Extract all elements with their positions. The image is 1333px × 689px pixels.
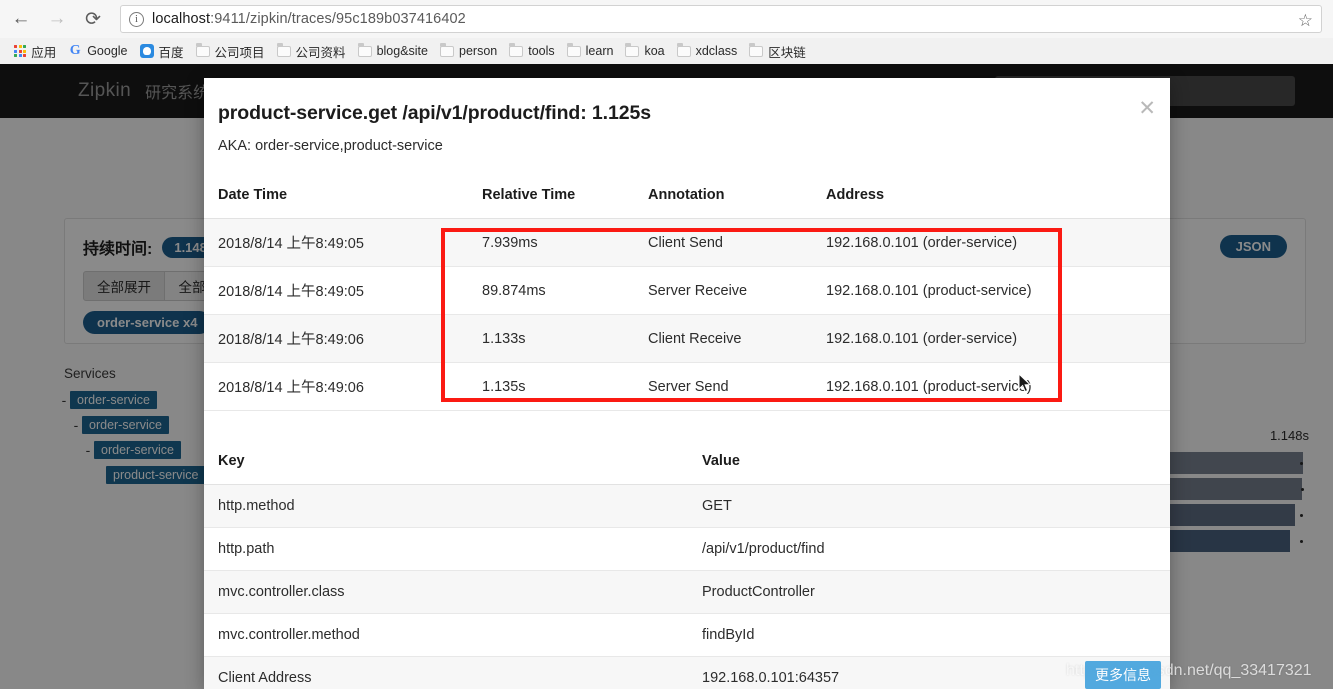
- cell-address: 192.168.0.101 (product-service): [812, 362, 1170, 411]
- col-value: Value: [688, 437, 1170, 485]
- col-key: Key: [204, 437, 688, 485]
- folder-icon: [195, 42, 210, 57]
- cell-relative-time: 1.133s: [468, 314, 634, 363]
- cell-relative-time: 89.874ms: [468, 266, 634, 315]
- bookmark-label: tools: [528, 44, 555, 58]
- folder-icon: [749, 42, 764, 57]
- close-icon[interactable]: ✕: [1138, 98, 1156, 119]
- cell-date-time: 2018/8/14 上午8:49:06: [204, 314, 468, 363]
- tags-body: http.method GET http.path /api/v1/produc…: [204, 484, 1170, 689]
- cell-key: http.method: [204, 484, 688, 528]
- table-row[interactable]: http.method GET: [204, 484, 1170, 528]
- table-row[interactable]: mvc.controller.class ProductController: [204, 570, 1170, 614]
- bookmarks-bar: 应用 G Google 百度 公司项目 公司资料 blog&site person tools l…: [0, 38, 1333, 64]
- cell-value: GET: [688, 484, 1170, 528]
- bookmark-label: 公司项目: [214, 45, 265, 60]
- cell-address: 192.168.0.101 (order-service): [812, 314, 1170, 363]
- cell-date-time: 2018/8/14 上午8:49:05: [204, 218, 468, 267]
- cell-address: 192.168.0.101 (order-service): [812, 218, 1170, 267]
- bookmark-label: 应用: [31, 45, 57, 60]
- url-host: localhost: [152, 11, 211, 27]
- cell-relative-time: 7.939ms: [468, 218, 634, 267]
- cell-address: 192.168.0.101 (product-service): [812, 266, 1170, 315]
- modal-body-scroll[interactable]: Date Time Relative Time Annotation Addre…: [204, 171, 1170, 689]
- bookmark-label: koa: [644, 44, 665, 58]
- url-text: localhost:9411/zipkin/traces/95c189b0374…: [152, 11, 466, 27]
- table-row[interactable]: mvc.controller.method findById: [204, 613, 1170, 657]
- url-path: :9411/zipkin/traces/95c189b037416402: [210, 11, 466, 27]
- cell-annotation: Client Send: [634, 218, 812, 267]
- bookmark-label: 百度: [158, 45, 184, 60]
- tags-header-row: Key Value: [204, 437, 1170, 485]
- back-button[interactable]: ←: [6, 4, 36, 34]
- cell-date-time: 2018/8/14 上午8:49:05: [204, 266, 468, 315]
- table-row[interactable]: http.path /api/v1/product/find: [204, 527, 1170, 571]
- bookmark-label: person: [459, 44, 498, 58]
- table-row[interactable]: 2018/8/14 上午8:49:06 1.133s Client Receiv…: [204, 314, 1170, 363]
- cell-key: Client Address: [204, 656, 688, 689]
- bookmark-label: 公司资料: [295, 45, 346, 60]
- cell-relative-time: 1.135s: [468, 362, 634, 411]
- folder-icon: [676, 42, 691, 57]
- annotations-header-row: Date Time Relative Time Annotation Addre…: [204, 171, 1170, 219]
- cell-date-time: 2018/8/14 上午8:49:06: [204, 362, 468, 411]
- bookmark-label: learn: [585, 44, 614, 58]
- mouse-cursor-icon: [1019, 374, 1032, 393]
- browser-chrome: ← → ⟳ i localhost:9411/zipkin/traces/95c…: [0, 0, 1333, 64]
- table-row[interactable]: 2018/8/14 上午8:49:05 89.874ms Server Rece…: [204, 266, 1170, 315]
- col-address: Address: [812, 171, 1170, 219]
- tags-table: Key Value http.method GET http.path /api…: [204, 437, 1170, 689]
- cell-annotation: Client Receive: [634, 314, 812, 363]
- bookmark-label: blog&site: [376, 44, 428, 58]
- folder-icon: [357, 42, 372, 57]
- folder-icon: [440, 42, 454, 57]
- cell-key: mvc.controller.class: [204, 570, 688, 614]
- bookmark-koa[interactable]: koa: [619, 40, 670, 62]
- forward-button[interactable]: →: [42, 4, 72, 34]
- col-annotation: Annotation: [634, 171, 812, 219]
- bookmark-label: xdclass: [695, 44, 738, 58]
- cell-value: /api/v1/product/find: [688, 527, 1170, 571]
- browser-toolbar: ← → ⟳ i localhost:9411/zipkin/traces/95c…: [0, 0, 1333, 38]
- cell-annotation: Server Receive: [634, 266, 812, 315]
- folder-icon: [509, 42, 524, 57]
- bookmark-company-docs[interactable]: 公司资料: [271, 40, 352, 62]
- bookmark-label: Google: [87, 44, 128, 58]
- bookmark-company-project[interactable]: 公司项目: [190, 40, 271, 62]
- col-relative-time: Relative Time: [468, 171, 634, 219]
- bookmark-tools[interactable]: tools: [503, 40, 560, 62]
- cell-annotation: Server Send: [634, 362, 812, 411]
- apps-grid-icon: [14, 44, 27, 58]
- bookmark-apps[interactable]: 应用: [8, 40, 62, 62]
- bookmark-star-icon[interactable]: ☆: [1298, 11, 1313, 31]
- cell-key: http.path: [204, 527, 688, 571]
- modal-title: product-service.get /api/v1/product/find…: [218, 102, 651, 124]
- modal-aka-subtitle: AKA: order-service,product-service: [218, 138, 443, 154]
- cell-key: mvc.controller.method: [204, 613, 688, 657]
- folder-icon: [276, 42, 291, 57]
- bookmark-blog-site[interactable]: blog&site: [352, 40, 434, 62]
- bookmark-label: 区块链: [768, 45, 806, 60]
- baidu-icon: [139, 44, 154, 58]
- table-gap-spacer: [204, 411, 1170, 437]
- bookmark-xdclass[interactable]: xdclass: [671, 40, 744, 62]
- table-row[interactable]: 2018/8/14 上午8:49:05 7.939ms Client Send …: [204, 218, 1170, 267]
- cell-value: ProductController: [688, 570, 1170, 614]
- reload-button[interactable]: ⟳: [78, 4, 108, 34]
- site-info-icon[interactable]: i: [129, 11, 144, 27]
- folder-icon: [566, 42, 581, 57]
- modal-header: product-service.get /api/v1/product/find…: [204, 78, 1170, 171]
- bookmark-blockchain[interactable]: 区块链: [743, 40, 812, 62]
- address-bar[interactable]: i localhost:9411/zipkin/traces/95c189b03…: [120, 5, 1322, 33]
- bookmark-baidu[interactable]: 百度: [134, 40, 190, 62]
- more-info-button[interactable]: 更多信息: [1085, 661, 1161, 689]
- col-date-time: Date Time: [204, 171, 468, 219]
- table-row[interactable]: Client Address 192.168.0.101:64357: [204, 656, 1170, 689]
- folder-icon: [625, 42, 640, 57]
- cell-value: findById: [688, 613, 1170, 657]
- bookmark-person[interactable]: person: [434, 40, 503, 62]
- bookmark-google[interactable]: G Google: [62, 40, 133, 62]
- google-icon: G: [69, 43, 81, 58]
- bookmark-learn[interactable]: learn: [561, 40, 620, 62]
